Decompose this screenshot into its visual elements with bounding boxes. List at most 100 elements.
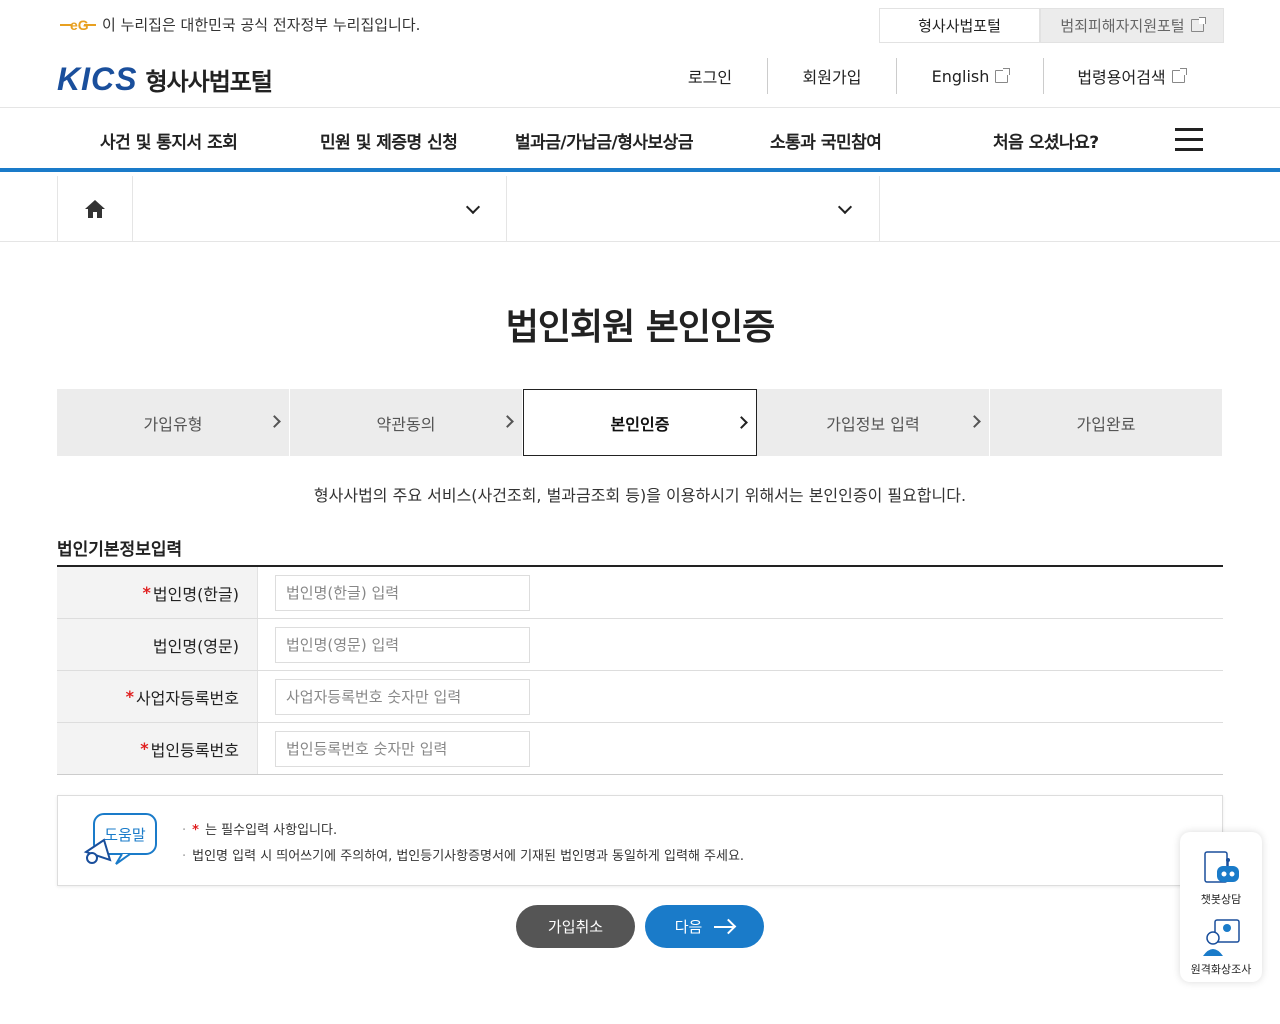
english-link[interactable]: English [920, 60, 1020, 92]
next-label: 다음 [674, 918, 703, 936]
legal-term-label: 법령용어검색 [1077, 68, 1166, 87]
next-button[interactable]: 다음 [645, 905, 764, 948]
menu-icon[interactable] [1175, 128, 1203, 152]
help-text: · * 는 필수입력 사항입니다. · 법인명 입력 시 띄어쓰기에 주의하여, 법… [182, 818, 744, 870]
required-mark: * [140, 739, 149, 758]
help-line-text: 는 필수입력 사항입니다. [205, 823, 338, 838]
floating-menu: 챗봇상담 원격화상조사 [1180, 832, 1262, 982]
top-bar: eG 이 누리집은 대한민국 공식 전자정부 누리집입니다. 형사사법포털 범죄… [0, 0, 1280, 50]
chatbot-label: 챗봇상담 [1200, 893, 1242, 906]
field-label: * 사업자등록번호 [57, 671, 258, 722]
portal-tab-kics[interactable]: 형사사법포털 [879, 8, 1040, 43]
step-label: 가입정보 입력 [826, 414, 920, 434]
chevron-right-icon [501, 415, 514, 428]
video-inquiry-button[interactable]: 원격화상조사 [1180, 914, 1262, 977]
portal-tab-victim-label: 범죄피해자지원포털 [1060, 17, 1185, 35]
step-label: 가입완료 [1076, 414, 1136, 434]
video-call-icon [1203, 919, 1240, 956]
help-icon-label: 도움말 [104, 826, 146, 844]
cancel-label: 가입취소 [547, 918, 604, 936]
cancel-button[interactable]: 가입취소 [516, 905, 635, 948]
help-box: 도움말 · * 는 필수입력 사항입니다. · 법인명 입력 시 띄어쓰기에 주의하… [57, 795, 1223, 886]
chevron-down-icon [837, 199, 853, 215]
corp-reg-number-input[interactable] [275, 730, 530, 767]
step-label: 본인인증 [610, 414, 670, 434]
external-link-icon [1171, 67, 1187, 83]
required-mark: * [192, 823, 199, 838]
login-label: 로그인 [687, 68, 733, 87]
step-complete: 가입완료 [990, 389, 1223, 456]
field-label: * 법인명(한글) [57, 567, 258, 618]
divider [1043, 58, 1044, 94]
page-title: 법인회원 본인인증 [505, 307, 776, 348]
page-description: 형사사법의 주요 서비스(사건조회, 벌과금조회 등)을 이용하시기 위해서는 … [313, 486, 967, 505]
field-label: * 법인등록번호 [57, 723, 258, 774]
signup-link[interactable]: 회원가입 [790, 60, 874, 92]
chatbot-icon [1204, 851, 1239, 883]
help-line: · * 는 필수입력 사항입니다. [182, 823, 338, 838]
business-number-input[interactable] [275, 678, 530, 715]
field-label: 법인명(영문) [57, 619, 258, 670]
legal-term-link[interactable]: 법령용어검색 [1066, 60, 1196, 92]
step-label: 가입유형 [143, 414, 203, 434]
chevron-right-icon [968, 415, 981, 428]
login-link[interactable]: 로그인 [670, 60, 750, 92]
nav-first-visit[interactable]: 처음 오셨나요? [993, 128, 1099, 153]
chevron-down-icon [465, 199, 481, 215]
form-row: * 사업자등록번호 [57, 671, 1223, 723]
nav-civil-petition[interactable]: 민원 및 제증명 신청 [320, 128, 458, 153]
step-info-input: 가입정보 입력 [757, 389, 990, 456]
help-line: · 법인명 입력 시 띄어쓰기에 주의하여, 법인등기사항증명서에 기재된 법인명… [182, 849, 745, 864]
field-label-text: 법인명(한글) [152, 584, 239, 604]
chevron-right-icon [735, 416, 748, 429]
field-label-text: 법인명(영문) [152, 636, 239, 656]
english-label: English [931, 66, 990, 86]
field-label-text: 법인등록번호 [150, 740, 239, 760]
required-mark: * [125, 687, 134, 706]
help-line-text: 법인명 입력 시 띄어쓰기에 주의하여, 법인등기사항증명서에 기재된 법인명과… [192, 849, 745, 864]
breadcrumb [0, 176, 1280, 242]
corp-name-ko-input[interactable] [275, 574, 530, 611]
logo-name: 형사사법포털 [145, 68, 272, 96]
corp-name-en-input[interactable] [275, 626, 530, 663]
nav-case-inquiry[interactable]: 사건 및 통지서 조회 [100, 128, 238, 153]
breadcrumb-select-2[interactable] [507, 176, 880, 242]
step-label: 약관동의 [376, 414, 436, 434]
external-link-icon [1190, 17, 1206, 32]
signup-steps: 가입유형 약관동의 본인인증 가입정보 입력 가입완료 [57, 389, 1223, 456]
form-row: * 법인등록번호 [57, 723, 1223, 775]
step-terms: 약관동의 [290, 389, 523, 456]
form-row: 법인명(영문) [57, 619, 1223, 671]
step-join-type: 가입유형 [57, 389, 290, 456]
gov-notice-text: 이 누리집은 대한민국 공식 전자정부 누리집입니다. [102, 16, 421, 34]
video-inquiry-label: 원격화상조사 [1190, 963, 1252, 976]
nav-participation[interactable]: 소통과 국민참여 [770, 128, 882, 153]
chevron-right-icon [268, 415, 281, 428]
header: KICS 형사사법포털 로그인 회원가입 English 법령용어검색 [0, 50, 1280, 108]
portal-tabs: 형사사법포털 범죄피해자지원포털 [879, 8, 1224, 43]
form-row: * 법인명(한글) [57, 567, 1223, 619]
corp-info-form: *법인명(한글) 법인명(영문) *사업자등록번호 *법인등록번호 [57, 565, 1223, 775]
required-mark: * [142, 583, 151, 602]
home-icon [85, 200, 105, 218]
site-logo[interactable]: KICS 형사사법포털 [57, 61, 273, 98]
divider [896, 58, 897, 94]
main-nav: 사건 및 통지서 조회 민원 및 제증명 신청 벌과금/가납금/형사보상금 소통… [0, 108, 1280, 172]
home-button[interactable] [57, 176, 133, 242]
egov-logo-icon: eG [60, 17, 96, 33]
breadcrumb-select-1[interactable] [133, 176, 507, 242]
arrow-right-icon [714, 925, 735, 928]
signup-label: 회원가입 [802, 68, 862, 87]
divider [767, 58, 768, 94]
svg-text:eG: eG [70, 17, 89, 33]
field-label-text: 사업자등록번호 [135, 688, 239, 708]
gov-notice: eG 이 누리집은 대한민국 공식 전자정부 누리집입니다. [58, 14, 420, 35]
section-title: 법인기본정보입력 [57, 540, 183, 560]
portal-tab-victim[interactable]: 범죄피해자지원포털 [1040, 8, 1224, 43]
step-verification: 본인인증 [523, 389, 757, 456]
nav-fines[interactable]: 벌과금/가납금/형사보상금 [515, 128, 693, 153]
external-link-icon [995, 67, 1011, 83]
logo-brand: KICS [57, 61, 138, 97]
help-megaphone-icon: 도움말 [82, 812, 160, 876]
chatbot-button[interactable]: 챗봇상담 [1180, 848, 1262, 907]
